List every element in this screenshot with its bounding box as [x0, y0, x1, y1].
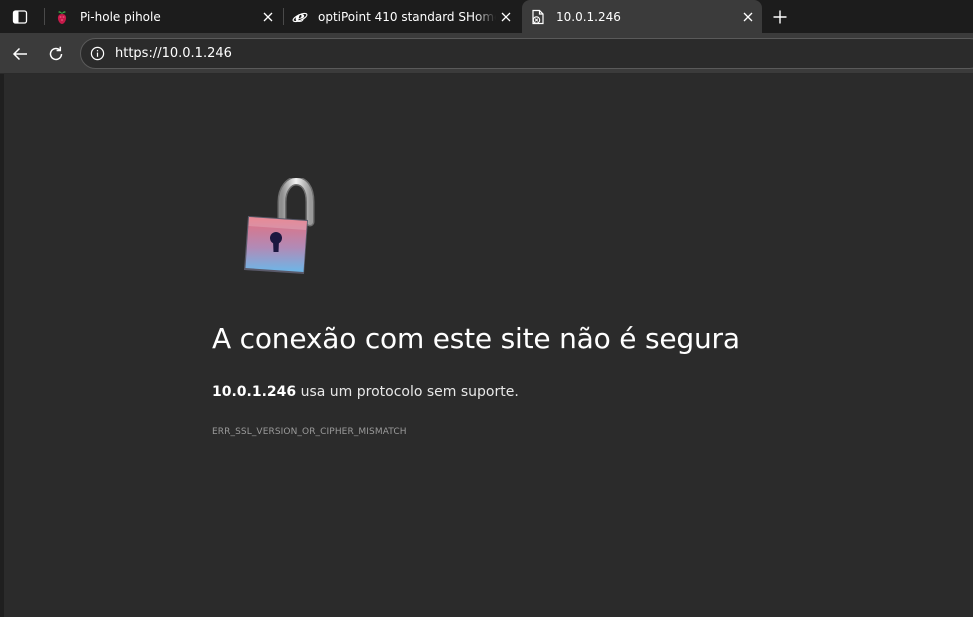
info-icon — [90, 46, 104, 61]
error-heading: A conexão com este site não é segura — [212, 322, 740, 355]
error-code: ERR_SSL_VERSION_OR_CIPHER_MISMATCH — [212, 427, 407, 437]
tab-optipoint[interactable]: e optiPoint 410 standard SHome Page — [284, 0, 520, 33]
tab-close-button[interactable] — [738, 7, 758, 27]
url-input[interactable] — [115, 46, 515, 61]
reload-button[interactable] — [43, 41, 69, 67]
new-tab-button[interactable] — [768, 5, 792, 29]
site-info-button[interactable] — [89, 46, 105, 62]
tab-actions-icon — [12, 10, 28, 24]
close-icon — [743, 12, 753, 21]
tab-pihole[interactable]: Pi-hole pihole — [46, 0, 282, 33]
tab-separator — [44, 8, 45, 25]
error-message: usa um protocolo sem suporte. — [296, 384, 519, 400]
close-icon — [263, 12, 273, 21]
tab-10-0-1-246[interactable]: 10.0.1.246 — [522, 0, 762, 33]
browser-toolbar — [0, 33, 973, 74]
error-description: 10.0.1.246 usa um protocolo sem suporte. — [212, 384, 519, 400]
tab-title: optiPoint 410 standard SHome Page — [318, 9, 496, 24]
error-page: A conexão com este site não é segura 10.… — [4, 74, 973, 617]
error-host: 10.0.1.246 — [212, 384, 297, 400]
ie-icon: e — [292, 9, 308, 25]
back-arrow-icon — [12, 47, 27, 61]
close-icon — [501, 12, 511, 21]
back-button[interactable] — [7, 41, 33, 67]
unlocked-padlock-icon — [244, 178, 315, 274]
tab-title: 10.0.1.246 — [556, 9, 621, 24]
plus-icon — [773, 10, 787, 24]
tab-close-button[interactable] — [258, 7, 278, 27]
svg-text:e: e — [295, 9, 305, 25]
tab-close-button[interactable] — [496, 7, 516, 27]
reload-icon — [49, 46, 63, 61]
address-bar[interactable] — [80, 38, 973, 69]
tab-actions-button[interactable] — [8, 6, 32, 28]
tab-strip: Pi-hole pihole e optiPoint 410 standard … — [0, 0, 973, 33]
raspberry-icon — [54, 9, 70, 25]
insecure-page-icon — [530, 9, 546, 25]
tab-title: Pi-hole pihole — [80, 9, 161, 24]
